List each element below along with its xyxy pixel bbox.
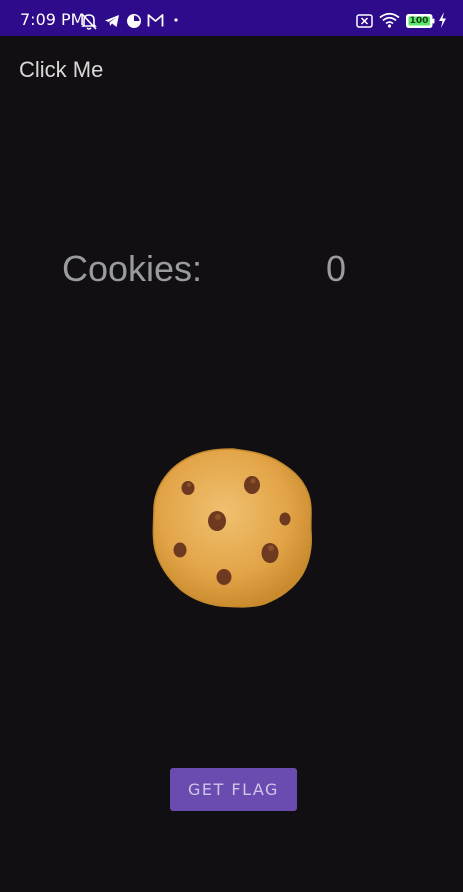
telegram-icon <box>105 15 119 27</box>
bell-off-icon <box>81 13 97 30</box>
dot-icon <box>174 18 178 22</box>
get-flag-label: GET FLAG <box>188 780 279 799</box>
app-title: Click Me <box>19 57 104 82</box>
battery-level: 100 <box>409 16 429 26</box>
status-bar: 7:09 PM 100 <box>0 0 463 36</box>
battery-icon: 100 <box>406 14 435 28</box>
status-time: 7:09 PM <box>20 10 85 29</box>
cookies-count: 0 <box>326 248 347 289</box>
charging-bolt-icon <box>439 12 446 28</box>
wifi-icon <box>379 12 400 28</box>
gmail-icon <box>147 14 164 27</box>
cookies-label: Cookies: <box>62 248 203 289</box>
cookie-button[interactable] <box>152 447 314 609</box>
screen-record-icon <box>127 14 141 28</box>
app-bar: Click Me <box>0 36 463 104</box>
sim-off-icon <box>356 14 373 28</box>
cookie-icon <box>152 448 312 608</box>
get-flag-button[interactable]: GET FLAG <box>170 768 297 811</box>
